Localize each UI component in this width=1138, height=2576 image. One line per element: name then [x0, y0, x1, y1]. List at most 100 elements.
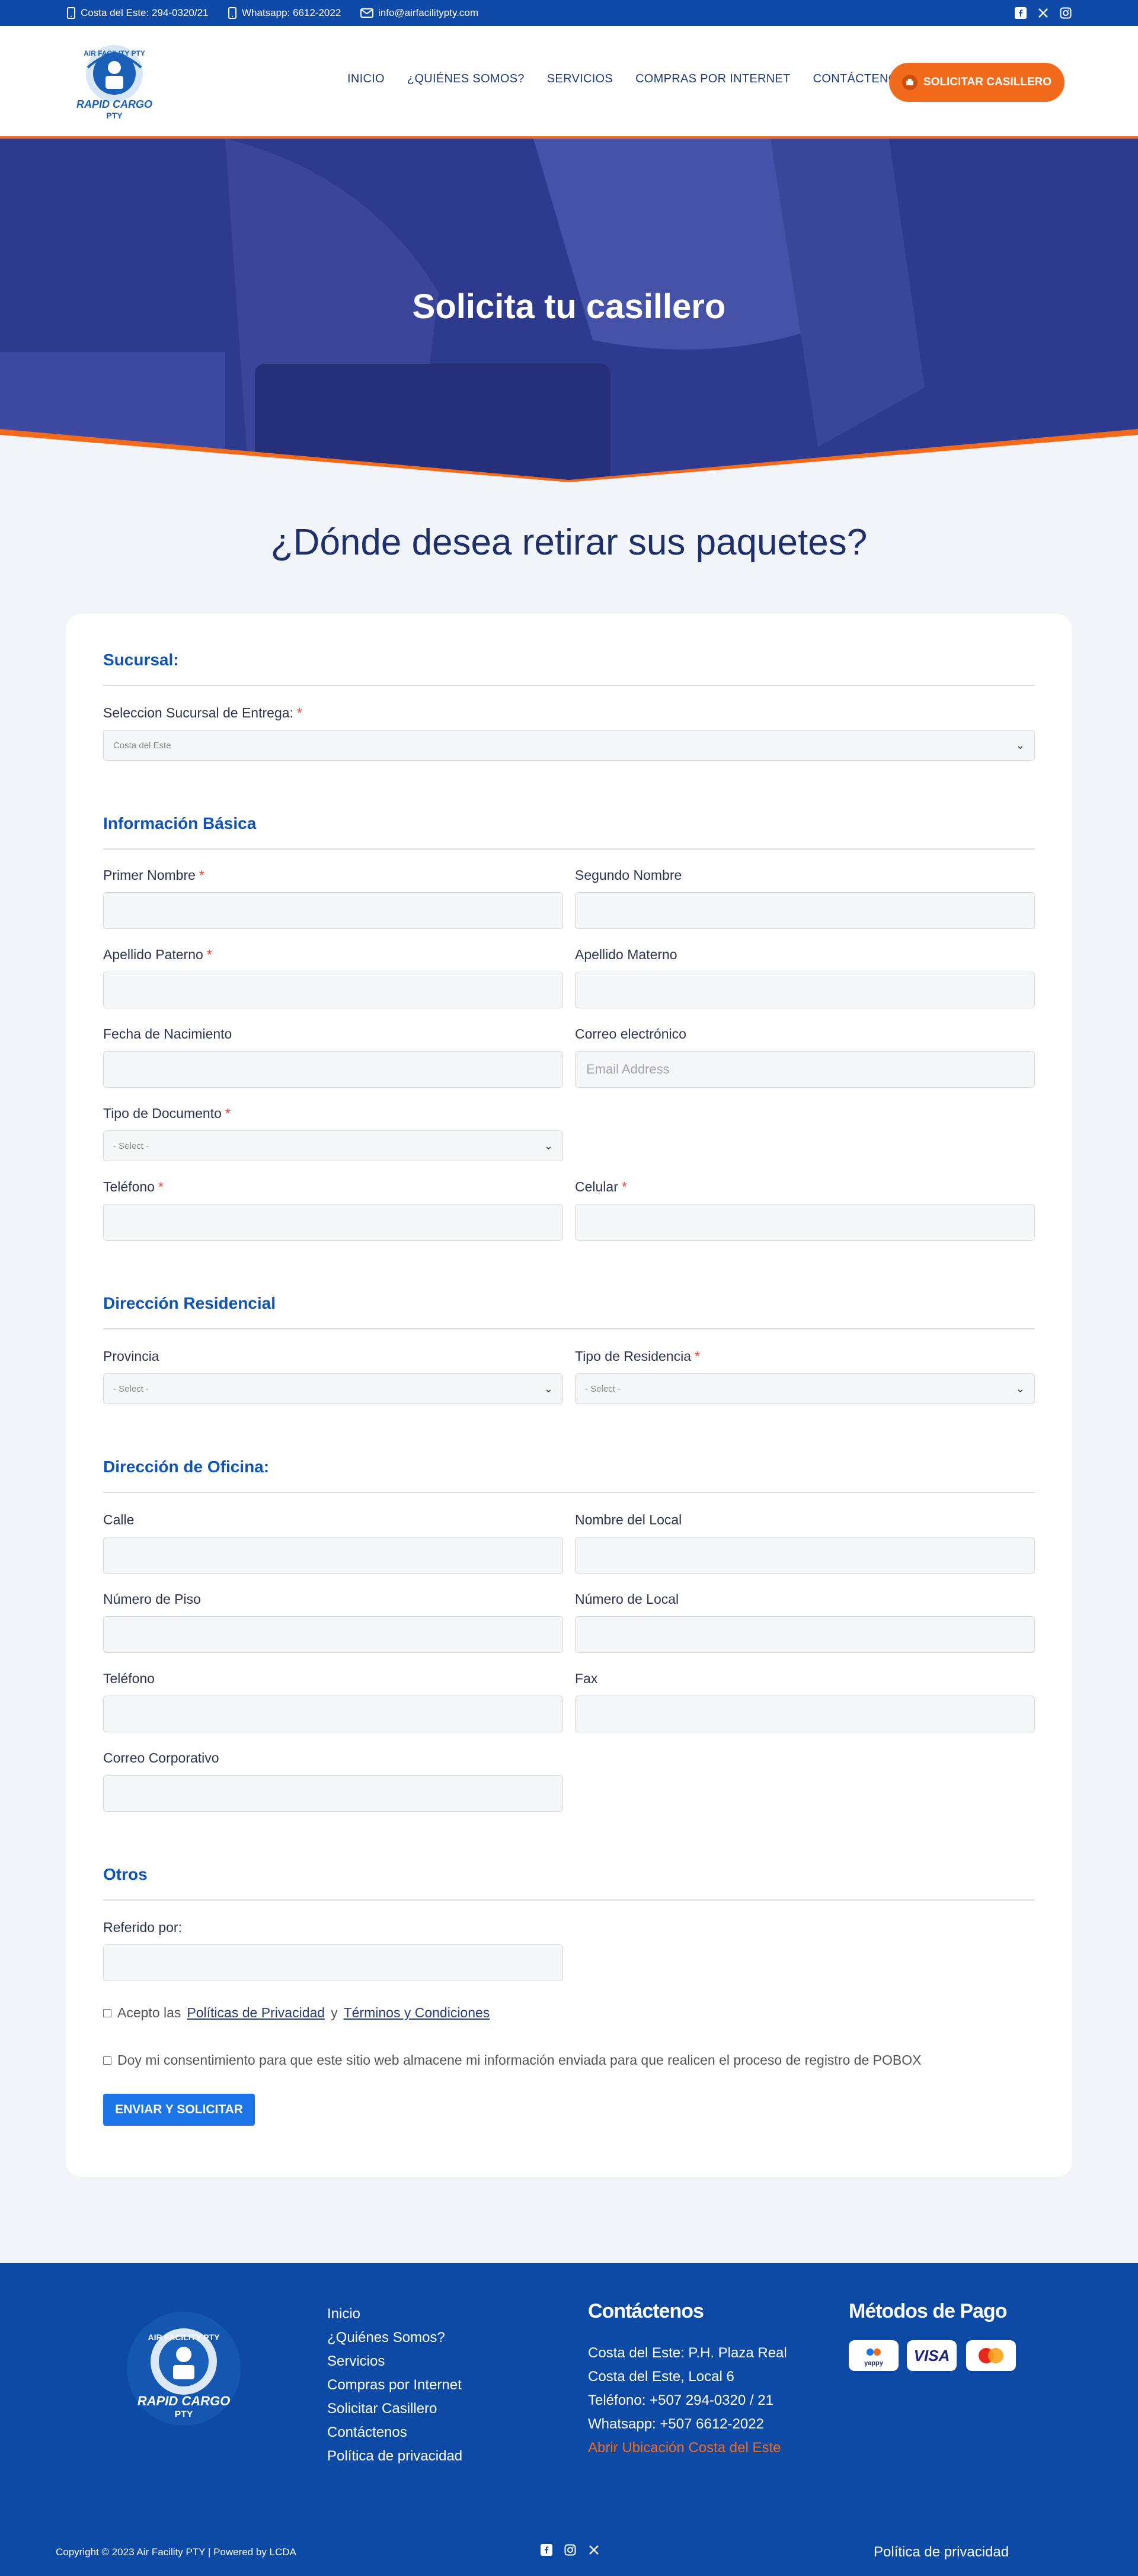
required-marker: * — [158, 1179, 164, 1194]
topbar-social — [1015, 7, 1072, 19]
footer-contact: Costa del Este: P.H. Plaza Real Costa de… — [588, 2341, 787, 2460]
tipo-documento-label: Tipo de Documento * — [103, 1106, 231, 1122]
privacy-policy-link[interactable]: Políticas de Privacidad — [187, 2005, 325, 2021]
tipo-residencia-select-value: - Select - — [585, 1383, 621, 1394]
mailbox-icon — [902, 75, 918, 90]
nav-quienes-somos[interactable]: ¿QUIÉNES SOMOS? — [407, 72, 525, 86]
hero-banner: Solicita tu casillero — [0, 139, 1138, 482]
fax-input[interactable] — [575, 1696, 1035, 1732]
fecha-nacimiento-input[interactable] — [103, 1051, 563, 1088]
consent-text: Doy mi consentimiento para que este siti… — [117, 2052, 922, 2068]
oficina-telefono-label: Teléfono — [103, 1671, 155, 1686]
topbar-phone[interactable]: Costa del Este: 294-0320/21 — [66, 7, 208, 19]
correo-corporativo-input[interactable] — [103, 1775, 563, 1812]
numero-local-label: Número de Local — [575, 1591, 679, 1607]
cta-label: SOLICITAR CASILLERO — [923, 76, 1052, 88]
x-icon[interactable] — [588, 2544, 600, 2556]
site-logo[interactable]: AIR FACILITY PTY RAPID CARGO PTY — [70, 37, 159, 126]
primer-nombre-label: Primer Nombre * — [103, 867, 204, 883]
required-marker: * — [695, 1348, 700, 1364]
sucursal-label-text: Seleccion Sucursal de Entrega: — [103, 705, 293, 720]
fax-label: Fax — [575, 1671, 598, 1686]
provincia-select-value: - Select - — [113, 1383, 149, 1394]
footer-logo-main-text: RAPID CARGO — [138, 2394, 230, 2408]
topbar-whatsapp[interactable]: Whatsapp: 6612-2022 — [228, 7, 341, 19]
mastercard-logo — [966, 2340, 1016, 2371]
tipo-residencia-select[interactable]: - Select - ⌄ — [575, 1373, 1035, 1404]
site-footer: AIR FACILITY PTY RAPID CARGO PTY Inicio … — [0, 2263, 1138, 2576]
footer-link-compras[interactable]: Compras por Internet — [327, 2373, 462, 2397]
logo-sub-text: PTY — [106, 111, 123, 120]
calle-input[interactable] — [103, 1537, 563, 1574]
tipo-documento-label-text: Tipo de Documento — [103, 1106, 222, 1121]
footer-link-privacidad[interactable]: Política de privacidad — [327, 2444, 462, 2468]
provincia-label: Provincia — [103, 1348, 159, 1364]
celular-input[interactable] — [575, 1204, 1035, 1241]
primer-nombre-input[interactable] — [103, 892, 563, 929]
nav-compras[interactable]: COMPRAS POR INTERNET — [635, 72, 791, 86]
sucursal-select[interactable]: Costa del Este ⌄ — [103, 730, 1035, 761]
numero-local-input[interactable] — [575, 1616, 1035, 1653]
consent-checkbox[interactable] — [103, 2056, 111, 2065]
map-link[interactable]: Abrir Ubicación Costa del Este — [588, 2436, 787, 2460]
page-heading: ¿Dónde desea retirar sus paquetes? — [270, 522, 868, 563]
tipo-documento-select[interactable]: - Select - ⌄ — [103, 1130, 563, 1161]
chevron-down-icon: ⌄ — [1015, 1382, 1025, 1395]
submit-button[interactable]: ENVIAR Y SOLICITAR — [103, 2094, 255, 2126]
apellido-materno-input[interactable] — [575, 972, 1035, 1008]
nav-servicios[interactable]: SERVICIOS — [547, 72, 613, 86]
section-oficina-title: Dirección de Oficina: — [103, 1457, 270, 1476]
telefono-label: Teléfono * — [103, 1179, 164, 1195]
referido-input[interactable] — [103, 1944, 563, 1981]
segundo-nombre-input[interactable] — [575, 892, 1035, 929]
facebook-icon[interactable] — [541, 2544, 552, 2556]
logo-main-text: RAPID CARGO — [76, 98, 152, 110]
topbar-whatsapp-text: Whatsapp: 6612-2022 — [242, 7, 341, 18]
apellido-paterno-input[interactable] — [103, 972, 563, 1008]
footer-payment-title: Métodos de Pago — [849, 2300, 1007, 2322]
solicitar-casillero-button[interactable]: SOLICITAR CASILLERO — [889, 63, 1065, 102]
terms-prefix: Acepto las — [117, 2005, 181, 2020]
topbar-phone-text: Costa del Este: 294-0320/21 — [81, 7, 209, 18]
footer-link-inicio[interactable]: Inicio — [327, 2302, 462, 2326]
telefono-input[interactable] — [103, 1204, 563, 1241]
numero-piso-input[interactable] — [103, 1616, 563, 1653]
footer-logo-sub-text: PTY — [174, 2410, 193, 2420]
divider — [103, 1899, 1035, 1901]
sucursal-select-value: Costa del Este — [113, 740, 171, 751]
footer-link-servicios[interactable]: Servicios — [327, 2350, 462, 2373]
chevron-down-icon: ⌄ — [544, 1139, 553, 1152]
numero-piso-label: Número de Piso — [103, 1591, 201, 1607]
facebook-icon[interactable] — [1015, 7, 1027, 19]
correo-corporativo-label: Correo Corporativo — [103, 1750, 219, 1766]
contact-line: Whatsapp: +507 6612-2022 — [588, 2416, 764, 2432]
consent-row: Doy mi consentimiento para que este siti… — [103, 2052, 921, 2068]
chevron-down-icon: ⌄ — [1015, 739, 1025, 751]
instagram-icon[interactable] — [564, 2544, 576, 2556]
footer-link-contactenos[interactable]: Contáctenos — [327, 2421, 462, 2444]
segundo-nombre-label: Segundo Nombre — [575, 867, 682, 883]
mobile-icon — [228, 7, 236, 19]
footer-link-solicitar-casillero[interactable]: Solicitar Casillero — [327, 2397, 462, 2421]
instagram-icon[interactable] — [1060, 7, 1072, 19]
calle-label: Calle — [103, 1512, 135, 1527]
divider — [103, 1492, 1035, 1493]
footer-logo[interactable]: AIR FACILITY PTY RAPID CARGO PTY — [124, 2309, 243, 2428]
footer-privacy-link[interactable]: Política de privacidad — [874, 2544, 1009, 2561]
section-otros-title: Otros — [103, 1865, 148, 1883]
oficina-telefono-input[interactable] — [103, 1696, 563, 1732]
yappy-text: yappy — [864, 2360, 884, 2367]
nav-inicio[interactable]: INICIO — [347, 72, 385, 86]
contact-line: Costa del Este, Local 6 — [588, 2369, 734, 2385]
x-icon[interactable] — [1037, 7, 1049, 19]
email-field[interactable] — [575, 1051, 1035, 1088]
topbar-email[interactable]: info@airfacilitypty.com — [360, 7, 478, 19]
footer-link-quienes-somos[interactable]: ¿Quiénes Somos? — [327, 2326, 462, 2350]
hero-title: Solicita tu casillero — [412, 287, 726, 326]
footer-contact-title: Contáctenos — [588, 2300, 704, 2322]
nombre-local-input[interactable] — [575, 1537, 1035, 1574]
provincia-select[interactable]: - Select - ⌄ — [103, 1373, 563, 1404]
terms-conditions-link[interactable]: Términos y Condiciones — [344, 2005, 490, 2021]
terms-checkbox[interactable] — [103, 2008, 111, 2017]
divider — [103, 1328, 1035, 1329]
